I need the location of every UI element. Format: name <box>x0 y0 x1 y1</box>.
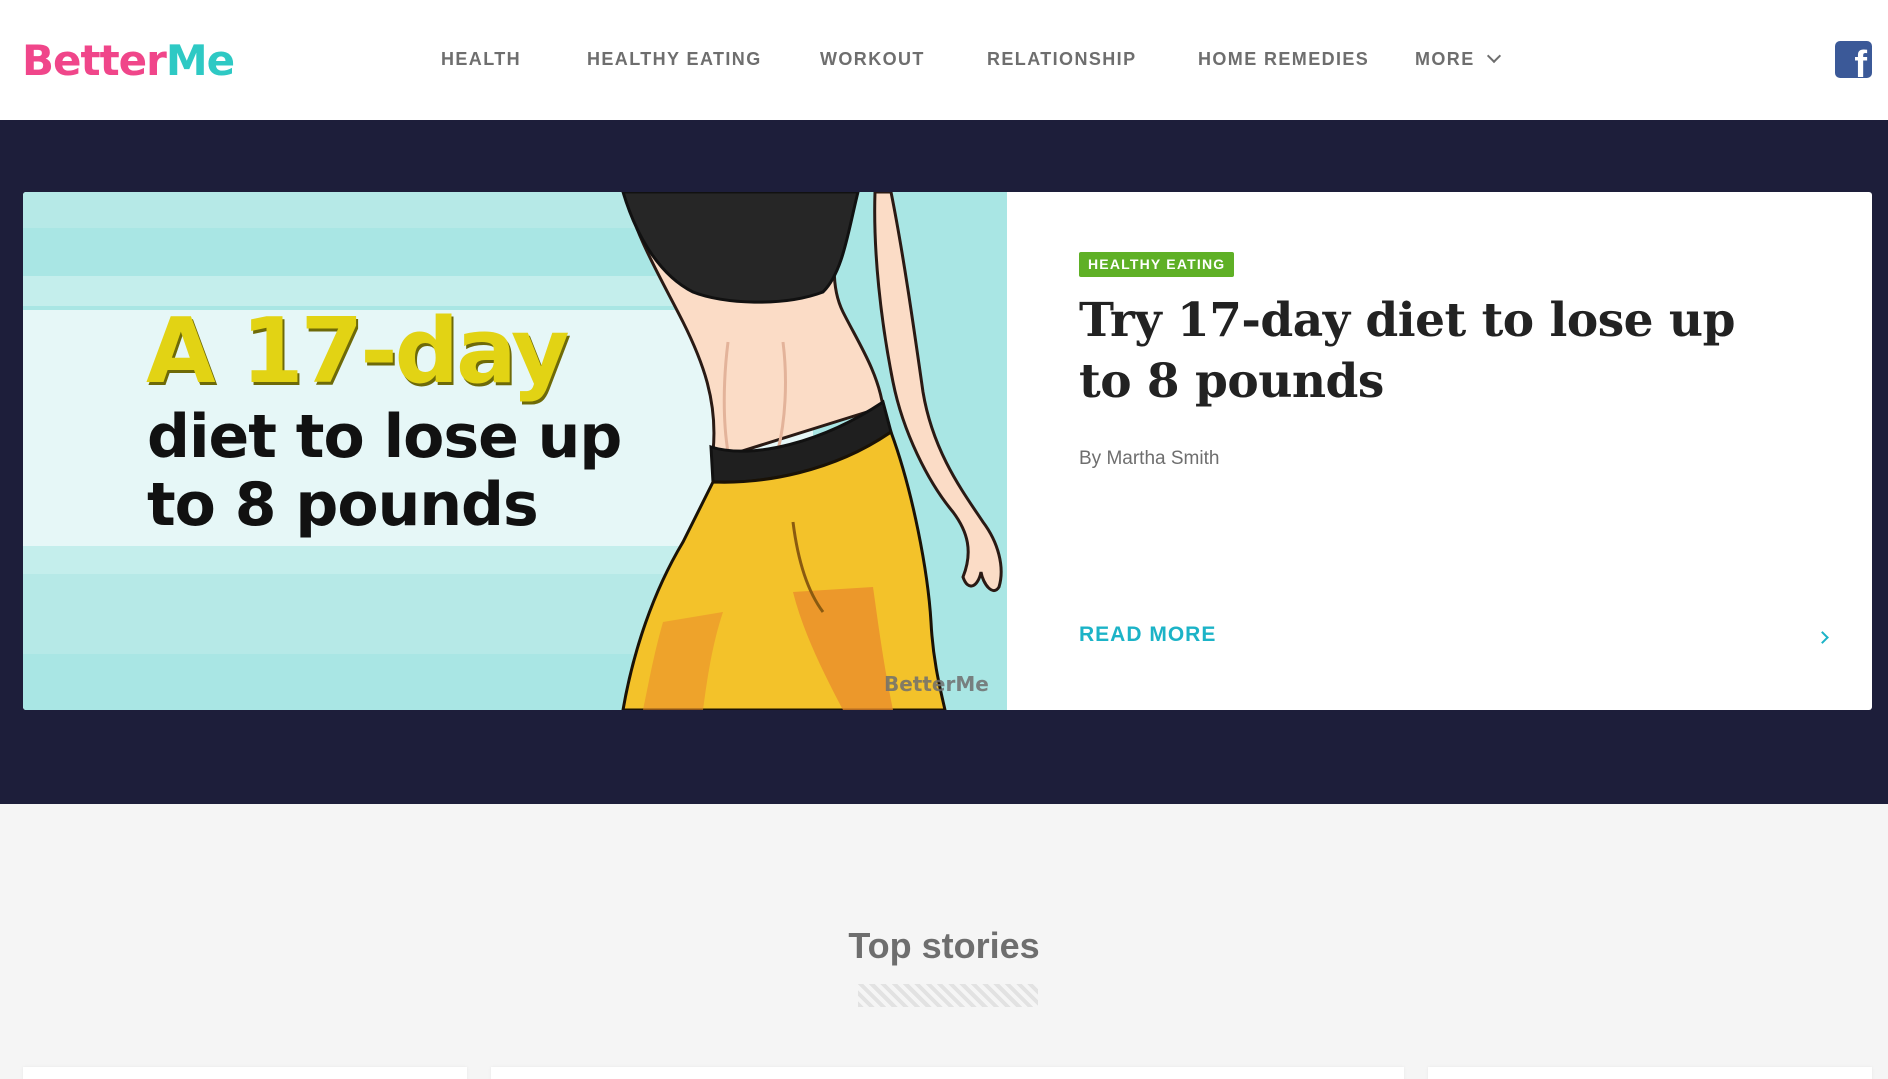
image-headline-line-1: diet to lose up <box>147 402 622 472</box>
nav-item-health[interactable]: HEALTH <box>441 48 521 70</box>
read-more-link[interactable]: READ MORE <box>1079 623 1216 647</box>
nav-more-label: MORE <box>1415 49 1475 69</box>
story-card[interactable] <box>491 1067 1404 1079</box>
category-tag[interactable]: HEALTHY EATING <box>1079 252 1235 277</box>
story-card[interactable] <box>1428 1067 1872 1079</box>
featured-article-card: A 17-day diet to lose up to 8 pounds Bet… <box>23 192 1872 710</box>
nav-item-workout[interactable]: WORKOUT <box>820 48 925 70</box>
site-header: BetterMe HEALTH HEALTHY EATING WORKOUT R… <box>0 0 1888 120</box>
nav-item-relationship[interactable]: RELATIONSHIP <box>987 48 1136 70</box>
facebook-glyph: f <box>1854 44 1867 78</box>
featured-article-image[interactable]: A 17-day diet to lose up to 8 pounds Bet… <box>23 192 1007 710</box>
image-headline-line-2: to 8 pounds <box>147 470 539 540</box>
nav-item-healthy-eating[interactable]: HEALTHY EATING <box>587 48 762 70</box>
section-title-underline <box>858 984 1038 1007</box>
main-nav: HEALTH HEALTHY EATING WORKOUT RELATIONSH… <box>0 0 1888 120</box>
featured-article-title[interactable]: Try 17-day diet to lose up to 8 pounds <box>1079 290 1799 412</box>
image-watermark: BetterMe <box>884 672 989 696</box>
nav-item-more[interactable]: MORE <box>1415 48 1501 70</box>
article-byline: By Martha Smith <box>1079 448 1220 469</box>
facebook-icon[interactable]: f <box>1835 41 1872 78</box>
image-headline-large: A 17-day <box>146 299 570 404</box>
section-title-top-stories: Top stories <box>848 925 1040 966</box>
nav-item-home-remedies[interactable]: HOME REMEDIES <box>1198 48 1369 70</box>
story-card[interactable] <box>23 1067 467 1079</box>
chevron-right-icon[interactable] <box>1816 631 1829 644</box>
chevron-down-icon <box>1486 48 1501 64</box>
